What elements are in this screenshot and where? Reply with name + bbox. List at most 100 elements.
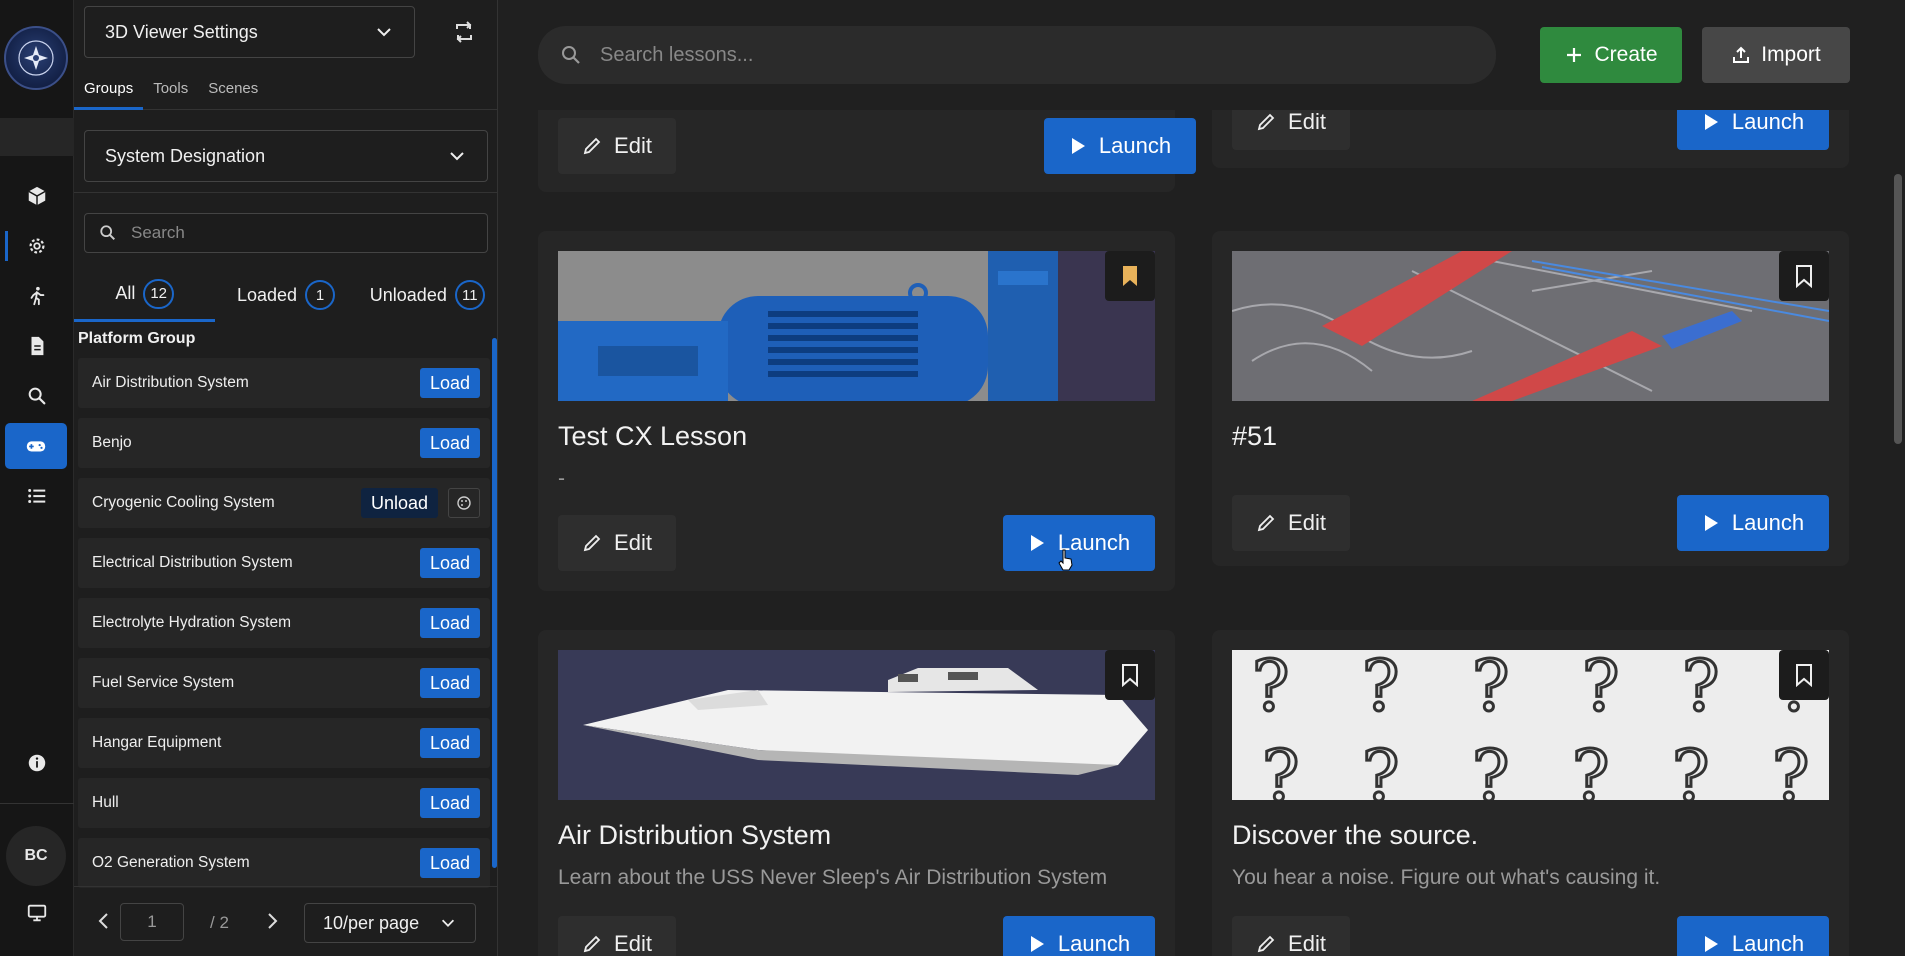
edit-button-label: Edit	[1288, 510, 1326, 535]
edit-button[interactable]: Edit	[1232, 916, 1350, 956]
refresh-button[interactable]	[446, 14, 482, 50]
rail-item-documents[interactable]	[0, 323, 74, 369]
group-by-select[interactable]: System Designation	[84, 130, 488, 182]
lesson-card[interactable]: Test CX Lesson - Edit Launch	[538, 231, 1175, 591]
list-item[interactable]: Electrical Distribution System Load	[78, 538, 490, 588]
rail-item-info[interactable]	[0, 740, 74, 786]
import-button-label: Import	[1761, 43, 1821, 66]
lesson-thumbnail	[558, 650, 1155, 800]
hand-cursor-icon	[1058, 549, 1073, 571]
settings-mode-select[interactable]: 3D Viewer Settings	[84, 6, 415, 58]
filter-all-label: All	[115, 283, 136, 303]
edit-button-label: Edit	[1288, 931, 1326, 956]
monitor-icon	[27, 904, 47, 922]
svg-text:?: ?	[1362, 650, 1400, 727]
filter-all-count: 12	[143, 278, 175, 309]
list-item-label: Fuel Service System	[92, 674, 235, 691]
rail-item-list[interactable]	[0, 473, 74, 519]
group-search-input[interactable]: Search	[84, 213, 488, 253]
launch-button[interactable]: Launch	[1003, 515, 1155, 571]
page-total: / 2	[210, 913, 229, 932]
lesson-description: You hear a noise. Figure out what's caus…	[1232, 866, 1661, 889]
list-item[interactable]: Hull Load	[78, 778, 490, 828]
launch-button-label: Launch	[1731, 109, 1805, 134]
filter-loaded[interactable]: Loaded 1	[215, 268, 356, 322]
lesson-card[interactable]: ?????? ?????? Discover the source. You h…	[1212, 630, 1849, 956]
group-list-scrollbar[interactable]	[492, 338, 497, 868]
launch-button[interactable]: Launch	[1003, 916, 1155, 956]
tab-tools[interactable]: Tools	[143, 72, 198, 110]
filter-unloaded[interactable]: Unloaded 11	[357, 268, 498, 322]
color-palette-button[interactable]	[448, 488, 480, 518]
chevron-left-icon[interactable]	[92, 909, 116, 933]
lesson-thumbnail	[558, 251, 1155, 401]
filter-loaded-label: Loaded	[236, 284, 298, 305]
list-item[interactable]: O2 Generation System Load	[78, 838, 490, 888]
page-size-select[interactable]: 10/per page	[304, 903, 476, 943]
list-item[interactable]: Air Distribution System Load	[78, 358, 490, 408]
cube-icon	[28, 186, 46, 206]
chevron-right-icon[interactable]	[260, 909, 284, 933]
plus-icon	[1567, 48, 1582, 62]
rail-item-lessons[interactable]	[5, 423, 67, 469]
user-avatar[interactable]: BC	[6, 826, 66, 886]
list-item[interactable]: Fuel Service System Load	[78, 658, 490, 708]
refresh-icon	[456, 21, 472, 43]
floorplan-image	[1232, 251, 1829, 401]
lessons-main: Edit Launch Edit Launch Search lessons..…	[498, 0, 1905, 956]
rail-item-settings[interactable]	[0, 223, 74, 269]
edit-button-label: Edit	[1288, 109, 1326, 134]
rail-item-walk[interactable]	[0, 273, 74, 319]
load-button[interactable]: Load	[419, 428, 480, 458]
load-button[interactable]: Load	[419, 728, 480, 758]
edit-button[interactable]: Edit	[558, 118, 676, 174]
bookmark-button[interactable]	[1105, 251, 1155, 301]
rail-item-models[interactable]	[0, 173, 74, 219]
list-item-label: Hull	[92, 794, 119, 811]
bookmark-button[interactable]	[1105, 650, 1155, 700]
load-button[interactable]: Load	[419, 608, 480, 638]
list-item[interactable]: Benjo Load	[78, 418, 490, 468]
create-button[interactable]: Create	[1540, 27, 1682, 83]
page-input[interactable]: 1	[120, 903, 184, 941]
bookmark-filled-icon	[1123, 266, 1137, 286]
main-scrollbar[interactable]	[1894, 174, 1902, 444]
load-button[interactable]: Load	[419, 848, 480, 878]
bookmark-button[interactable]	[1779, 251, 1829, 301]
filter-all[interactable]: All 12	[74, 268, 216, 322]
chevron-down-icon	[377, 28, 391, 37]
edit-button[interactable]: Edit	[558, 916, 676, 956]
page-size-label: 10/per page	[323, 912, 420, 933]
list-icon	[28, 489, 46, 503]
pencil-icon	[1257, 935, 1275, 953]
rail-item-search[interactable]	[0, 373, 74, 419]
load-button[interactable]: Load	[419, 548, 480, 578]
lesson-card[interactable]: #51 Edit Launch	[1212, 231, 1849, 566]
list-item[interactable]: Electrolyte Hydration System Load	[78, 598, 490, 648]
launch-button[interactable]: Launch	[1677, 495, 1829, 551]
bookmark-button[interactable]	[1779, 650, 1829, 700]
import-button[interactable]: Import	[1702, 27, 1850, 83]
launch-button[interactable]: Launch	[1044, 118, 1196, 174]
rail-divider	[0, 803, 74, 804]
tab-scenes[interactable]: Scenes	[198, 72, 268, 110]
logo-emblem-icon	[18, 40, 54, 76]
list-item[interactable]: Cryogenic Cooling System Unload	[78, 478, 490, 528]
play-icon	[1030, 936, 1044, 952]
app-logo[interactable]	[4, 26, 68, 90]
lesson-card[interactable]: Air Distribution System Learn about the …	[538, 630, 1175, 956]
edit-button[interactable]: Edit	[1232, 495, 1350, 551]
lesson-description: -	[558, 467, 565, 490]
settings-mode-label: 3D Viewer Settings	[105, 21, 258, 42]
list-item[interactable]: Hangar Equipment Load	[78, 718, 490, 768]
load-button[interactable]: Load	[419, 368, 480, 398]
rail-item-display[interactable]	[0, 890, 74, 936]
load-button[interactable]: Load	[419, 788, 480, 818]
tab-groups[interactable]: Groups	[74, 72, 144, 110]
list-item-label: O2 Generation System	[92, 854, 250, 871]
unload-button[interactable]: Unload	[360, 488, 438, 518]
lesson-search-input[interactable]: Search lessons...	[538, 26, 1496, 84]
load-button[interactable]: Load	[419, 668, 480, 698]
launch-button[interactable]: Launch	[1677, 916, 1829, 956]
edit-button[interactable]: Edit	[558, 515, 676, 571]
